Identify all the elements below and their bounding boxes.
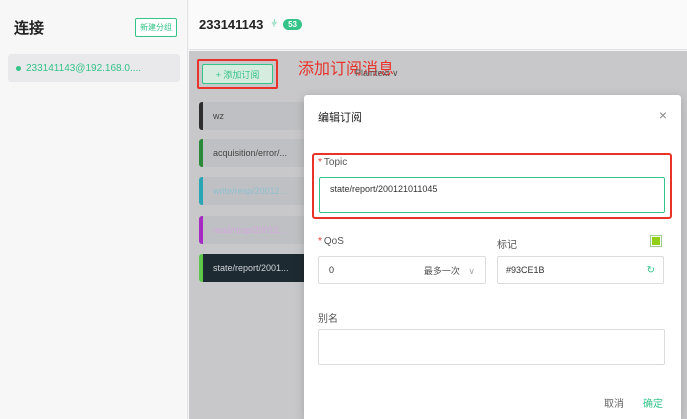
topic-label: write/resp/20012... (213, 186, 288, 196)
subscription-topic-item[interactable]: wz (199, 102, 311, 130)
close-icon[interactable]: × (659, 107, 667, 123)
required-mark: * (318, 236, 322, 247)
confirm-button[interactable]: 确定 (643, 395, 663, 410)
main-header: 233141143 ⫩ 53 (189, 0, 687, 50)
sidebar-title: 连接 (14, 19, 45, 37)
qos-label: * QoS (318, 236, 344, 247)
add-subscription-button[interactable]: + 添加订阅 (202, 64, 273, 84)
connected-status-icon (16, 65, 21, 71)
subscription-topic-item-active[interactable]: state/report/2001... (199, 254, 311, 282)
refresh-icon[interactable]: ↻ (647, 265, 655, 276)
color-swatch-fill (652, 237, 660, 245)
connection-label: 233141143@192.168.0.... (26, 62, 142, 74)
topic-label: wz (213, 111, 224, 121)
chevron-down-icon[interactable]: ⫩ (271, 19, 277, 30)
topic-label: read/resp/20012... (213, 225, 287, 235)
topic-label: acquisition/error/... (213, 148, 288, 158)
mark-label: 标记 (497, 240, 517, 251)
message-count-badge: 53 (283, 19, 303, 30)
add-subscription-highlight: + 添加订阅 (197, 59, 278, 89)
qos-select[interactable]: 0 最多一次 ∨ (318, 256, 486, 284)
topic-input[interactable]: state/report/200121011045 (319, 177, 665, 213)
color-picker-swatch[interactable] (650, 235, 662, 247)
payload-format-select[interactable]: Plaintext ∨ (355, 68, 399, 79)
sidebar-header: 连接 新建分组 (0, 0, 187, 54)
connection-item[interactable]: 233141143@192.168.0.... (8, 54, 180, 82)
edit-subscription-dialog: 编辑订阅 × * Topic state/report/200121011045 … (304, 95, 681, 419)
client-id-title: 233141143 (199, 17, 264, 32)
topic-label: state/report/2001... (213, 263, 289, 273)
color-input[interactable]: #93CE1B ↻ (497, 256, 664, 284)
color-value: #93CE1B (506, 265, 545, 275)
cancel-button[interactable]: 取消 (604, 395, 624, 410)
subscription-topic-item[interactable]: read/resp/20012... (199, 216, 311, 244)
subscription-topic-item[interactable]: acquisition/error/... (199, 139, 311, 167)
new-group-button[interactable]: 新建分组 (135, 17, 177, 37)
chevron-down-icon: ∨ (468, 265, 475, 276)
dialog-title: 编辑订阅 (318, 112, 362, 124)
qos-value: 0 (329, 265, 335, 275)
required-mark: * (318, 157, 322, 168)
subscription-topic-item[interactable]: write/resp/20012... (199, 177, 311, 205)
alias-input[interactable] (318, 329, 665, 365)
alias-label: 别名 (318, 314, 338, 325)
qos-mode: 最多一次 (423, 265, 460, 276)
topic-label: * Topic (318, 157, 348, 168)
